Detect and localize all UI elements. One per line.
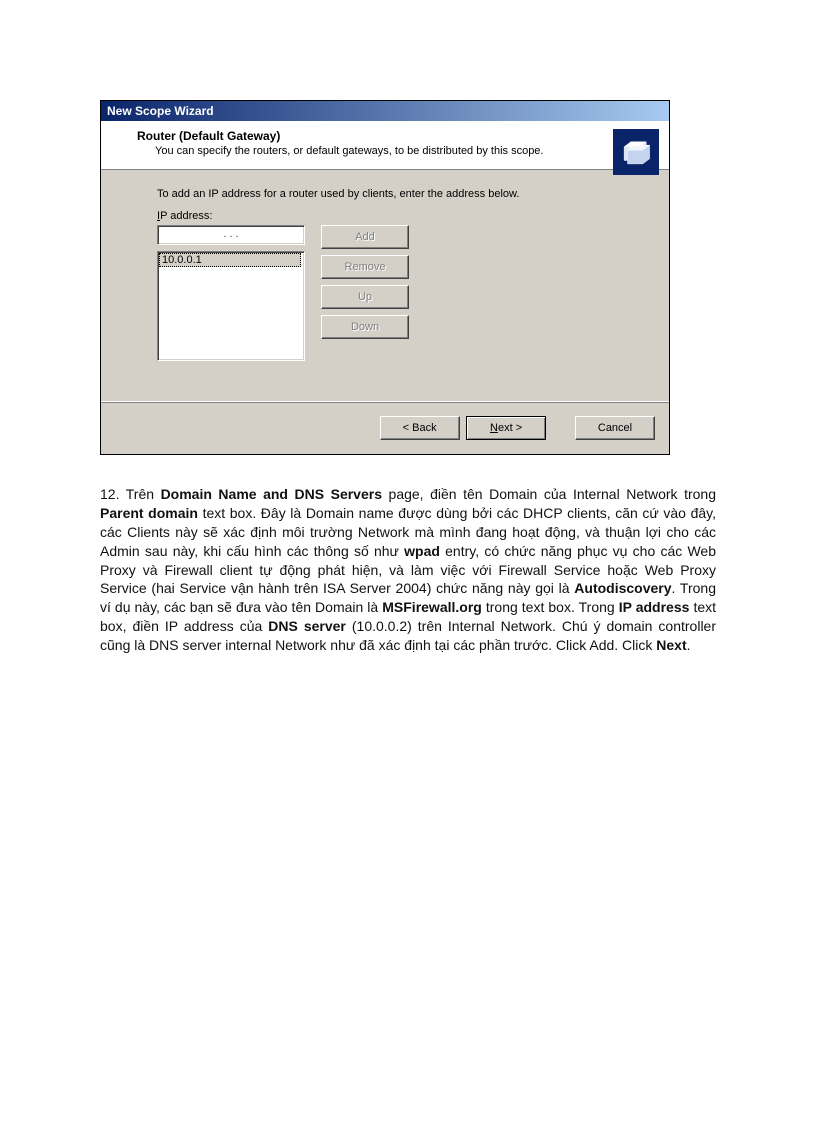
folder-icon <box>613 129 659 175</box>
header-subtitle: You can specify the routers, or default … <box>137 145 655 157</box>
cancel-button[interactable]: Cancel <box>575 416 655 440</box>
dialog-titlebar: New Scope Wizard <box>101 101 669 121</box>
down-button[interactable]: Down <box>321 315 409 339</box>
wizard-dialog: New Scope Wizard Router (Default Gateway… <box>100 100 670 455</box>
list-item[interactable]: 10.0.0.1 <box>159 253 301 267</box>
remove-button[interactable]: Remove <box>321 255 409 279</box>
back-button[interactable]: < Back <box>380 416 460 440</box>
up-button[interactable]: Up <box>321 285 409 309</box>
article-text: 12. Trên Domain Name and DNS Servers pag… <box>100 485 716 655</box>
instruction-text: To add an IP address for a router used b… <box>157 188 637 200</box>
ip-address-label: IP address: <box>157 210 637 222</box>
add-button[interactable]: Add <box>321 225 409 249</box>
dialog-header: Router (Default Gateway) You can specify… <box>101 121 669 170</box>
dialog-body: To add an IP address for a router used b… <box>101 170 669 401</box>
dialog-footer: < Back Next > Cancel <box>101 401 669 454</box>
next-button[interactable]: Next > <box>466 416 546 440</box>
ip-address-input[interactable]: . . . <box>157 225 305 245</box>
ip-address-list[interactable]: 10.0.0.1 <box>157 251 305 361</box>
header-title: Router (Default Gateway) <box>137 129 655 143</box>
